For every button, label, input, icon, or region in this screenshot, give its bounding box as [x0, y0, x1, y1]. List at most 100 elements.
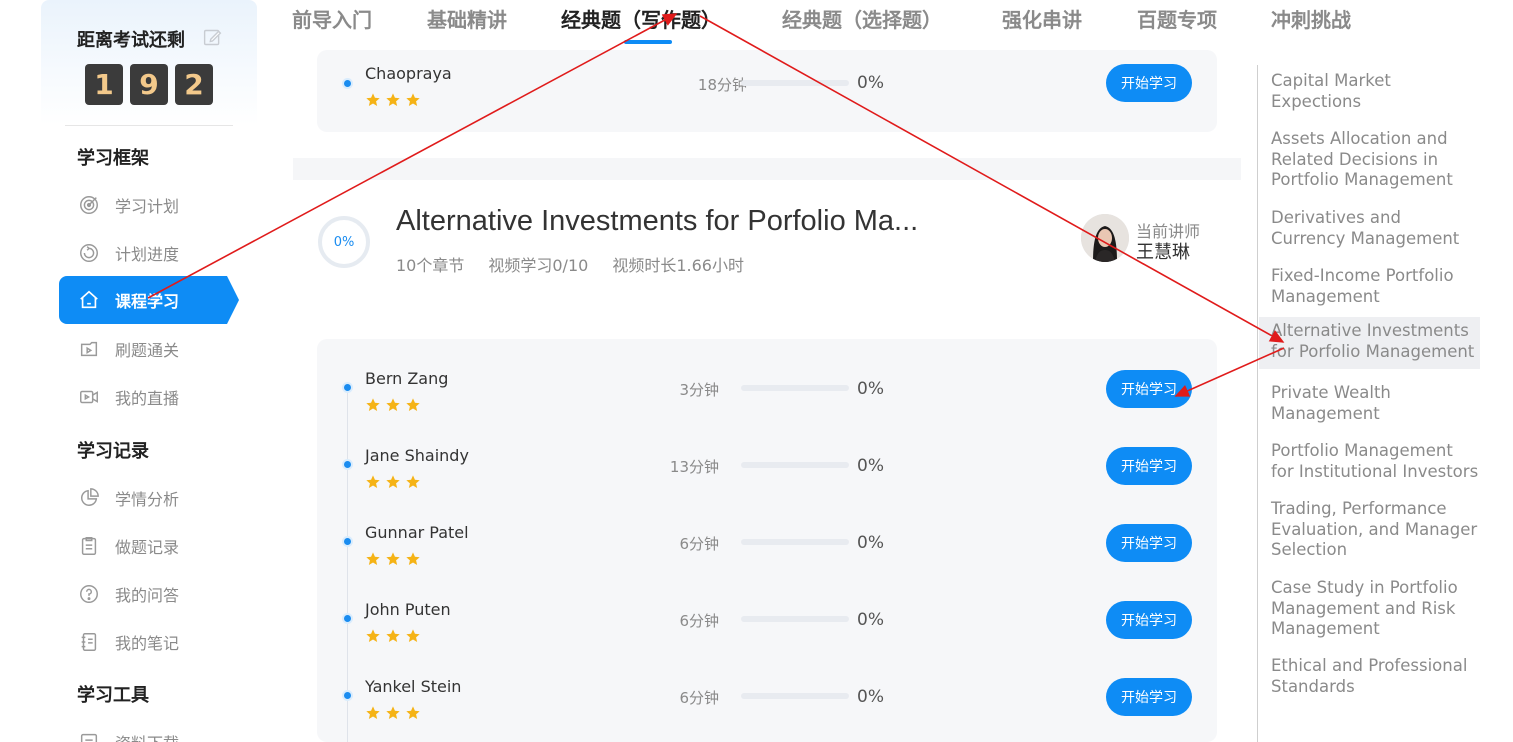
- lesson-name: Gunnar Patel: [365, 523, 469, 542]
- lesson-progress-text: 0%: [857, 687, 884, 707]
- tab-intro[interactable]: 前导入门: [292, 4, 372, 33]
- active-tab-indicator: [624, 40, 672, 44]
- sidebar-item-qa[interactable]: 我的问答: [59, 570, 239, 618]
- lesson-duration: 6分钟: [679, 689, 719, 707]
- sidebar-item-label: 我的问答: [115, 586, 180, 605]
- sidebar-item-live[interactable]: 我的直播: [59, 373, 239, 421]
- section-title-records: 学习记录: [77, 441, 149, 462]
- outline-item[interactable]: Assets Allocation and Related Decisions …: [1259, 125, 1480, 195]
- star-icon: [406, 398, 420, 411]
- lesson-row: John Puten 6分钟 0% 开始学习: [317, 582, 1217, 659]
- star-icon: [406, 93, 420, 106]
- start-study-button[interactable]: 开始学习: [1106, 678, 1192, 716]
- sidebar-item-notes[interactable]: 我的笔记: [59, 618, 239, 666]
- timeline-dot: [344, 461, 351, 468]
- tab-sprint[interactable]: 冲刺挑战: [1271, 4, 1351, 33]
- outline-item[interactable]: Derivatives and Currency Management: [1259, 204, 1480, 253]
- lesson-progress-text: 0%: [857, 533, 884, 553]
- course-meta: 10个章节 视频学习0/10 视频时长1.66小时: [396, 252, 744, 276]
- lesson-row: Jane Shaindy 13分钟 0% 开始学习: [317, 428, 1217, 505]
- start-study-button[interactable]: 开始学习: [1106, 601, 1192, 639]
- sidebar-item-course-study[interactable]: 课程学习: [59, 276, 239, 324]
- target-icon: [77, 193, 101, 217]
- sidebar-item-practice[interactable]: 刷题通关: [59, 325, 239, 373]
- lesson-duration: 6分钟: [679, 612, 719, 630]
- document-icon: [77, 534, 101, 558]
- sidebar-item-label: 学情分析: [115, 490, 180, 509]
- lesson-duration: 3分钟: [679, 381, 719, 399]
- outline-item[interactable]: Fixed-Income Portfolio Management: [1259, 262, 1480, 311]
- lesson-row: Bern Zang 3分钟 0% 开始学习: [317, 351, 1217, 428]
- practice-icon: [77, 337, 101, 361]
- start-study-button[interactable]: 开始学习: [1106, 524, 1192, 562]
- tab-classic-choice[interactable]: 经典题（选择题）: [782, 4, 942, 33]
- home-icon: [77, 288, 101, 312]
- sidebar-item-downloads[interactable]: 资料下载: [59, 718, 239, 742]
- timeline-dot: [344, 538, 351, 545]
- lesson-progress-bar: [741, 539, 849, 545]
- star-icon: [406, 552, 420, 565]
- teacher-name: 王慧琳: [1136, 242, 1190, 263]
- countdown-digit: 9: [130, 64, 168, 105]
- star-icon: [366, 475, 380, 488]
- tab-intensive[interactable]: 强化串讲: [1002, 4, 1082, 33]
- star-icon: [366, 706, 380, 719]
- outline-item[interactable]: Trading, Performance Evaluation, and Man…: [1259, 495, 1480, 565]
- lesson-stars: [365, 397, 421, 413]
- sidebar-item-exercise-records[interactable]: 做题记录: [59, 522, 239, 570]
- lesson-progress-bar: [741, 462, 849, 468]
- lesson-row: Yankel Stein 6分钟 0% 开始学习: [317, 659, 1217, 736]
- sidebar-item-label: 学习计划: [115, 197, 180, 216]
- outline-item[interactable]: Case Study in Portfolio Management and R…: [1259, 574, 1480, 644]
- sidebar-item-label: 资料下载: [115, 730, 179, 742]
- star-icon: [406, 629, 420, 642]
- sidebar-item-plan-progress[interactable]: 计划进度: [59, 229, 239, 277]
- lesson-progress-text: 0%: [857, 379, 884, 399]
- lesson-progress-text: 0%: [857, 610, 884, 630]
- outline-item[interactable]: Ethical and Professional Standards: [1259, 652, 1480, 701]
- start-study-button[interactable]: 开始学习: [1106, 370, 1192, 408]
- question-icon: [77, 582, 101, 606]
- tab-hundred-questions[interactable]: 百题专项: [1137, 4, 1217, 33]
- lesson-stars: [365, 628, 421, 644]
- lesson-progress-text: 0%: [857, 456, 884, 476]
- outline-item[interactable]: Portfolio Management for Institutional I…: [1259, 437, 1480, 486]
- sidebar-item-study-plan[interactable]: 学习计划: [59, 181, 239, 229]
- star-icon: [386, 475, 400, 488]
- sidebar-item-label: 刷题通关: [115, 341, 180, 360]
- tab-classic-writing[interactable]: 经典题（写作题）: [561, 4, 721, 33]
- course-card: 0% Alternative Investments for Porfolio …: [293, 180, 1241, 742]
- tab-basics[interactable]: 基础精讲: [427, 4, 507, 33]
- left-sidebar: 距离考试还剩 1 9 2 学习框架 学习计划 计划进度 课程学习 刷题通关 我的…: [41, 0, 257, 742]
- outline-item-active[interactable]: Alternative Investments for Porfolio Man…: [1259, 317, 1480, 369]
- outline-item[interactable]: Capital Market Expections: [1259, 67, 1480, 116]
- outline-item[interactable]: Private Wealth Management: [1259, 379, 1480, 428]
- sidebar-item-analysis[interactable]: 学情分析: [59, 474, 239, 522]
- lesson-duration: 6分钟: [679, 535, 719, 553]
- course-video-length: 视频时长1.66小时: [612, 256, 744, 275]
- timeline-dot: [344, 692, 351, 699]
- sidebar-divider: [65, 125, 233, 126]
- star-icon: [366, 93, 380, 106]
- lesson-row: Gunnar Patel 6分钟 0% 开始学习: [317, 505, 1217, 582]
- previous-course-card: Chaopraya 18分钟 0% 开始学习: [293, 50, 1241, 158]
- countdown-digit: 1: [85, 64, 123, 105]
- lesson-stars: [365, 705, 421, 721]
- course-tabs: 前导入门 基础精讲 经典题（写作题） 经典题（选择题） 强化串讲 百题专项 冲刺…: [0, 0, 1513, 50]
- course-title[interactable]: Alternative Investments for Porfolio Ma.…: [396, 205, 918, 238]
- countdown-digits: 1 9 2: [85, 64, 213, 105]
- start-study-button[interactable]: 开始学习: [1106, 447, 1192, 485]
- star-icon: [366, 398, 380, 411]
- star-icon: [386, 706, 400, 719]
- star-icon: [386, 398, 400, 411]
- lesson-row: Chaopraya 18分钟 0% 开始学习: [317, 50, 1217, 127]
- timeline-dot: [344, 80, 351, 87]
- start-study-button[interactable]: 开始学习: [1106, 64, 1192, 102]
- section-title-tools: 学习工具: [77, 685, 149, 706]
- sidebar-item-label: 做题记录: [115, 538, 180, 557]
- lesson-name: Chaopraya: [365, 64, 452, 83]
- notebook-icon: [77, 630, 101, 654]
- star-icon: [406, 475, 420, 488]
- timeline-dot: [344, 384, 351, 391]
- lesson-list: Bern Zang 3分钟 0% 开始学习 Jane Shaindy 13分钟 …: [317, 339, 1217, 742]
